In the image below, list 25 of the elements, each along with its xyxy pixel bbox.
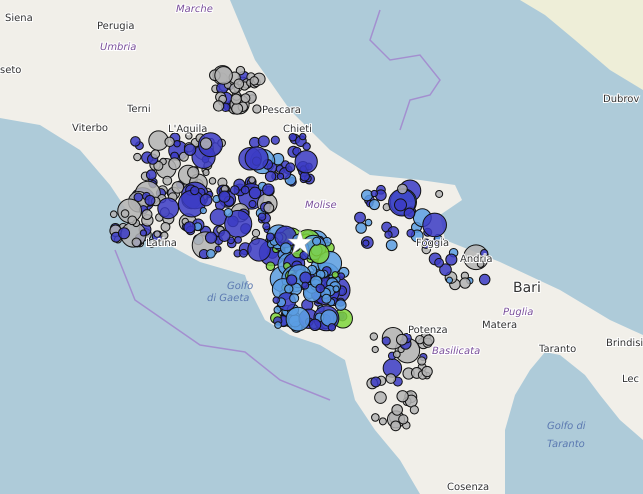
map-label: Siena [5, 13, 33, 24]
map-label: Molise [305, 200, 337, 211]
map-label: Terni [127, 104, 151, 115]
map-label: seto [0, 65, 22, 76]
map-label: Umbria [100, 42, 136, 53]
map-label: Chieti [283, 124, 312, 135]
map-label: Puglia [503, 307, 534, 318]
map-label: Taranto [547, 439, 585, 450]
map-label: Foggia [416, 238, 450, 249]
map-label: Marche [176, 4, 213, 15]
map-label: L'Aquila [168, 124, 208, 135]
map-label: Brindisi [606, 338, 643, 349]
map-label: Matera [482, 320, 518, 331]
map-label: Bari [513, 280, 541, 296]
map-label: Basilicata [432, 346, 480, 357]
map-label: Cosenza [447, 482, 490, 493]
map-label: Golfo di [547, 421, 586, 432]
map-label: Dubrov [603, 94, 640, 105]
map-label: Pescara [262, 105, 301, 116]
map-label: Potenza [408, 325, 448, 336]
map-label: Lec [622, 374, 640, 385]
map-label: di Gaeta [207, 293, 250, 304]
map-label: Taranto [539, 344, 576, 355]
map-label: Perugia [97, 21, 135, 32]
map-label: Viterbo [72, 123, 108, 134]
